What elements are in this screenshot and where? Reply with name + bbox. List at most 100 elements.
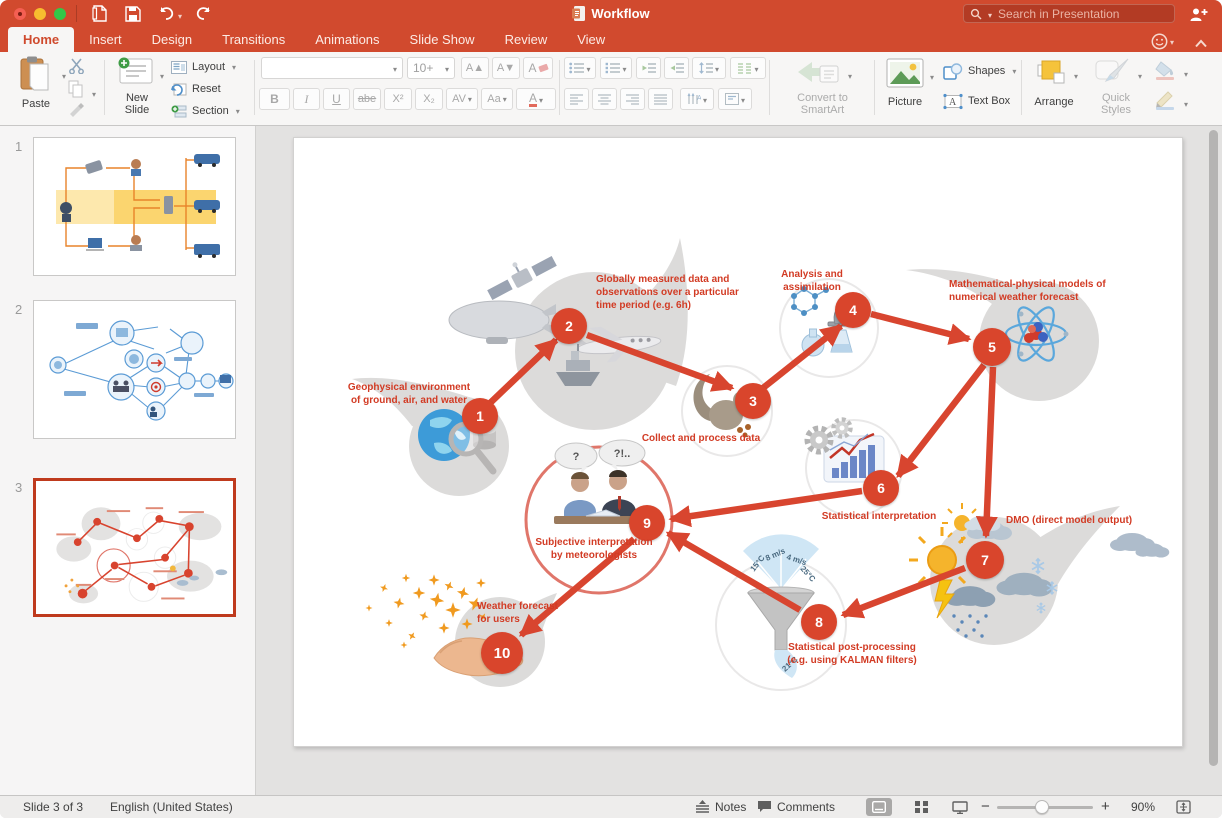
- slide-canvas[interactable]: 15°C 8 m/s 4 m/s 25°C 21°C ? ?!..: [293, 137, 1183, 747]
- zoom-level[interactable]: 90%: [1131, 796, 1155, 817]
- align-left-button[interactable]: [564, 88, 589, 110]
- new-presentation-icon[interactable]: [90, 4, 110, 23]
- grow-font-button[interactable]: A▲: [461, 57, 489, 79]
- bullets-button[interactable]: [564, 57, 596, 79]
- save-icon[interactable]: [123, 4, 143, 23]
- arrange-caret[interactable]: [1072, 66, 1078, 84]
- diagram-label-6[interactable]: Statistical interpretation: [809, 510, 949, 523]
- italic-button[interactable]: I: [293, 88, 320, 110]
- diagram-node-10[interactable]: 10: [481, 632, 523, 674]
- bold-button[interactable]: B: [259, 88, 290, 110]
- increase-indent-button[interactable]: [664, 57, 689, 79]
- shape-fill-button[interactable]: [1154, 60, 1178, 85]
- smartart-caret[interactable]: [846, 66, 852, 84]
- align-center-button[interactable]: [592, 88, 617, 110]
- slide-thumbnail-1[interactable]: [33, 137, 236, 276]
- change-case-button[interactable]: Aa: [481, 88, 513, 110]
- character-spacing-button[interactable]: AV: [446, 88, 478, 110]
- diagram-label-10[interactable]: Weather forecast for users: [477, 600, 597, 626]
- feedback-smiley-icon[interactable]: [1151, 32, 1174, 50]
- font-name-combo[interactable]: [261, 57, 403, 79]
- layout-button[interactable]: Layout: [171, 57, 236, 77]
- shape-outline-caret[interactable]: [1182, 94, 1188, 112]
- close-window-button[interactable]: [14, 8, 26, 20]
- paste-button[interactable]: [16, 56, 56, 96]
- align-text-button[interactable]: [718, 88, 752, 110]
- collapse-ribbon-icon[interactable]: [1194, 35, 1208, 53]
- copy-button[interactable]: [68, 80, 84, 103]
- diagram-label-2[interactable]: Globally measured data and observations …: [596, 273, 771, 312]
- comments-button[interactable]: Comments: [757, 796, 835, 817]
- text-box-button[interactable]: A Text Box: [943, 91, 1010, 111]
- zoom-out-button[interactable]: −: [981, 796, 990, 817]
- quick-styles-button[interactable]: [1094, 57, 1132, 92]
- cut-button[interactable]: [68, 58, 88, 79]
- quick-styles-caret[interactable]: [1136, 66, 1142, 84]
- notes-button[interactable]: Notes: [695, 796, 746, 817]
- diagram-label-9[interactable]: Subjective interpretation by meteorologi…: [499, 536, 689, 562]
- diagram-node-4[interactable]: 4: [835, 292, 871, 328]
- copy-caret[interactable]: [90, 84, 96, 102]
- undo-icon[interactable]: [156, 4, 176, 23]
- diagram-node-6[interactable]: 6: [863, 470, 899, 506]
- tab-slide-show[interactable]: Slide Show: [395, 27, 490, 52]
- vertical-scrollbar[interactable]: [1209, 130, 1218, 766]
- tab-review[interactable]: Review: [490, 27, 563, 52]
- justify-button[interactable]: [648, 88, 673, 110]
- fit-slide-to-window-button[interactable]: [1176, 796, 1191, 817]
- strikethrough-button[interactable]: abe: [353, 88, 381, 110]
- columns-button[interactable]: [730, 57, 766, 79]
- superscript-button[interactable]: X²: [384, 88, 412, 110]
- tab-animations[interactable]: Animations: [300, 27, 394, 52]
- diagram-node-8[interactable]: 8: [801, 604, 837, 640]
- slide-thumbnail-2[interactable]: [33, 300, 236, 439]
- diagram-label-5[interactable]: Mathematical-physical models of numerica…: [949, 278, 1139, 304]
- zoom-slider-thumb[interactable]: [1035, 800, 1049, 814]
- picture-button[interactable]: [886, 58, 924, 93]
- new-slide-caret[interactable]: [158, 66, 164, 84]
- redo-icon[interactable]: [194, 4, 214, 23]
- tab-transitions[interactable]: Transitions: [207, 27, 300, 52]
- tab-insert[interactable]: Insert: [74, 27, 137, 52]
- diagram-label-1[interactable]: Geophysical environment of ground, air, …: [324, 381, 494, 407]
- format-painter-button[interactable]: [68, 102, 86, 123]
- underline-button[interactable]: U: [323, 88, 350, 110]
- language-indicator[interactable]: English (United States): [110, 796, 233, 817]
- search-input[interactable]: [996, 6, 1168, 22]
- diagram-label-7[interactable]: DMO (direct model output): [1006, 514, 1206, 527]
- subscript-button[interactable]: X₂: [415, 88, 443, 110]
- decrease-indent-button[interactable]: [636, 57, 661, 79]
- minimize-window-button[interactable]: [34, 8, 46, 20]
- font-color-button[interactable]: A: [516, 88, 556, 110]
- arrange-button[interactable]: [1034, 57, 1068, 92]
- tab-design[interactable]: Design: [137, 27, 207, 52]
- slide-counter[interactable]: Slide 3 of 3: [23, 796, 83, 817]
- search-scope-caret[interactable]: [986, 5, 992, 23]
- diagram-label-4[interactable]: Analysis and assimilation: [752, 268, 872, 294]
- normal-view-button[interactable]: [866, 798, 892, 816]
- paste-caret[interactable]: [60, 66, 66, 84]
- reset-button[interactable]: Reset: [171, 79, 221, 99]
- zoom-in-button[interactable]: +: [1101, 796, 1110, 817]
- slide-show-view-button[interactable]: [947, 798, 973, 816]
- shrink-font-button[interactable]: A▼: [492, 57, 520, 79]
- slide-thumbnail-3[interactable]: [33, 478, 236, 617]
- tab-home[interactable]: Home: [8, 27, 74, 52]
- clear-formatting-button[interactable]: A: [523, 57, 553, 79]
- section-button[interactable]: Section: [171, 101, 240, 121]
- search-box[interactable]: [963, 4, 1175, 23]
- align-right-button[interactable]: [620, 88, 645, 110]
- text-direction-button[interactable]: A: [680, 88, 714, 110]
- diagram-node-3[interactable]: 3: [735, 383, 771, 419]
- convert-to-smartart-button[interactable]: [796, 58, 840, 93]
- shape-fill-caret[interactable]: [1182, 64, 1188, 82]
- shapes-button[interactable]: Shapes: [943, 61, 1016, 81]
- diagram-label-8[interactable]: Statistical post-processing (e.g. using …: [762, 641, 942, 667]
- font-size-combo[interactable]: 10+: [407, 57, 455, 79]
- slide-sorter-view-button[interactable]: [908, 798, 934, 816]
- shape-outline-button[interactable]: [1154, 90, 1178, 115]
- zoom-window-button[interactable]: [54, 8, 66, 20]
- line-spacing-button[interactable]: [692, 57, 726, 79]
- diagram-node-5[interactable]: 5: [973, 328, 1011, 366]
- diagram-node-7[interactable]: 7: [966, 541, 1004, 579]
